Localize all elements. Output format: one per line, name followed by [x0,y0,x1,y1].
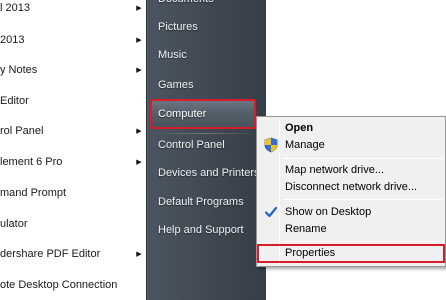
pane-item-control-panel[interactable]: Control Panel [150,134,262,156]
program-item[interactable]: y Notes ▶ [0,59,146,81]
shield-icon [263,137,279,153]
pane-item-documents[interactable]: Documents [150,0,262,10]
program-item[interactable]: ote Desktop Connection [0,274,146,296]
pane-item-pictures[interactable]: Pictures [150,16,262,38]
program-item[interactable]: mand Prompt [0,182,146,204]
submenu-arrow-icon: ▶ [136,128,142,135]
program-item[interactable]: l 2013 ▶ [0,0,146,19]
menu-item-disconnect-network-drive[interactable]: Disconnect network drive... [259,178,443,196]
menu-item-label: Rename [285,223,327,235]
pane-item-music[interactable]: Music [150,44,262,66]
program-label: ote Desktop Connection [0,279,118,291]
pane-item-computer[interactable]: Computer [150,99,256,129]
menu-item-properties[interactable]: Properties [257,244,445,263]
program-label: rol Panel [0,125,44,137]
program-label: y Notes [0,64,38,76]
menu-item-label: Show on Desktop [285,206,372,218]
submenu-arrow-icon: ▶ [136,37,142,44]
submenu-arrow-icon: ▶ [136,5,142,12]
menu-separator [283,241,443,242]
program-label: l 2013 [0,2,30,14]
menu-item-map-network-drive[interactable]: Map network drive... [259,161,443,179]
menu-item-label: Properties [285,247,336,259]
menu-item-label: Open [285,122,314,134]
submenu-arrow-icon: ▶ [136,67,142,74]
program-item[interactable]: ulator [0,213,146,235]
menu-item-label: Map network drive... [285,164,385,176]
program-item[interactable]: 2013 ▶ [0,29,146,51]
context-menu: Open Manage Map network drive... Disconn… [256,116,446,267]
menu-item-show-on-desktop[interactable]: Show on Desktop [259,203,443,221]
program-label: Editor [0,95,29,107]
program-label: ulator [0,218,28,230]
menu-separator [283,199,443,200]
program-item[interactable]: dershare PDF Editor ▶ [0,243,146,265]
program-label: lement 6 Pro [0,156,63,168]
program-label: 2013 [0,34,25,46]
menu-item-label: Manage [285,139,325,151]
menu-item-label: Disconnect network drive... [285,181,418,193]
submenu-arrow-icon: ▶ [136,251,142,258]
pane-item-devices-and-printers[interactable]: Devices and Printers [150,162,262,184]
programs-list: l 2013 ▶ 2013 ▶ y Notes ▶ Editor rol Pan… [0,0,146,300]
program-label: dershare PDF Editor [0,248,101,260]
pane-item-games[interactable]: Games [150,74,262,96]
program-item[interactable]: lement 6 Pro ▶ [0,151,146,173]
menu-item-manage[interactable]: Manage [259,136,443,154]
program-label: mand Prompt [0,187,67,199]
menu-separator [283,158,443,159]
program-item[interactable]: Editor [0,90,146,112]
menu-item-open[interactable]: Open [259,119,443,137]
program-item[interactable]: rol Panel ▶ [0,120,146,142]
pane-item-help-and-support[interactable]: Help and Support [150,219,262,241]
pane-item-default-programs[interactable]: Default Programs [150,191,262,213]
submenu-arrow-icon: ▶ [136,159,142,166]
menu-item-rename[interactable]: Rename [259,220,443,238]
checkmark-icon [263,204,279,220]
